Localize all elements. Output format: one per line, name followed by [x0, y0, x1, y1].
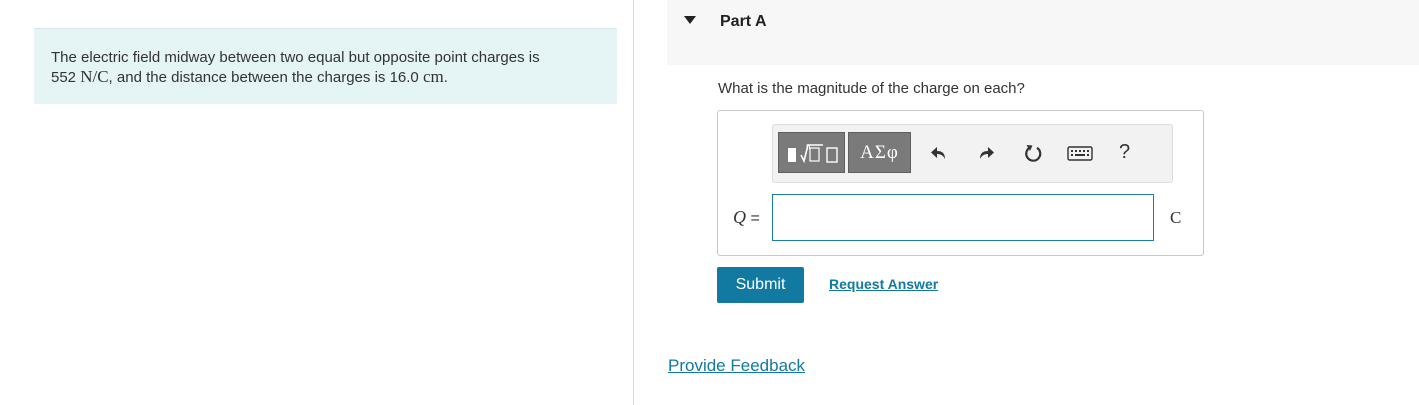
collapse-caret-icon[interactable]	[684, 16, 696, 24]
distance-value: 16.0	[389, 69, 419, 86]
panel-divider	[633, 0, 634, 405]
field-unit: N/C	[80, 67, 109, 86]
answer-input[interactable]	[772, 194, 1154, 241]
part-title: Part A	[720, 13, 767, 30]
answer-label: Q =	[733, 207, 760, 228]
request-answer-link[interactable]: Request Answer	[829, 276, 938, 292]
question-text: What is the magnitude of the charge on e…	[718, 80, 1025, 97]
templates-icon: n	[788, 141, 838, 164]
provide-feedback-link[interactable]: Provide Feedback	[668, 356, 805, 376]
reset-icon[interactable]	[1022, 142, 1044, 164]
undo-icon[interactable]	[928, 142, 950, 164]
field-value: 552	[51, 69, 77, 86]
answer-box: n ΑΣφ ? Q = C	[717, 110, 1204, 256]
distance-unit: cm	[422, 67, 444, 86]
symbols-button[interactable]: ΑΣφ	[848, 132, 911, 173]
redo-icon[interactable]	[975, 142, 997, 164]
answer-unit: C	[1170, 208, 1182, 227]
submit-button[interactable]: Submit	[717, 267, 804, 303]
answer-equals: =	[750, 210, 760, 227]
answer-variable: Q	[733, 207, 746, 227]
problem-statement: The electric field midway between two eq…	[34, 28, 617, 104]
math-toolbar: n ΑΣφ ?	[772, 124, 1173, 183]
problem-line-1: The electric field midway between two eq…	[51, 49, 540, 66]
part-header[interactable]: Part A	[667, 0, 1419, 65]
templates-button[interactable]: n	[778, 132, 845, 173]
keyboard-icon[interactable]	[1067, 142, 1093, 164]
problem-line-2-middle: , and the distance between the charges i…	[108, 69, 386, 86]
problem-line-2-end: .	[443, 69, 448, 86]
help-icon[interactable]: ?	[1119, 141, 1130, 164]
